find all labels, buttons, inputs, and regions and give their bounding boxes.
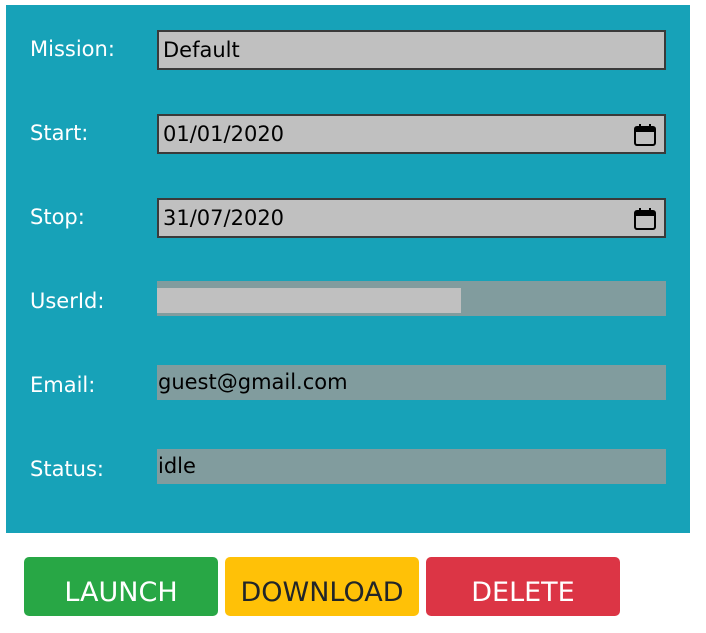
status-value: idle [158,454,196,478]
start-date-input[interactable]: 01/01/2020 [157,114,666,154]
calendar-icon[interactable] [633,207,657,231]
userid-field [157,281,666,316]
mission-value: Default [163,38,240,62]
start-label: Start: [30,121,89,145]
stop-label: Stop: [30,205,85,229]
userid-label: UserId: [30,289,105,313]
download-button[interactable]: DOWNLOAD [225,557,419,616]
email-value: guest@gmail.com [158,370,348,394]
email-field: guest@gmail.com [157,365,666,400]
email-label: Email: [30,373,96,397]
delete-button[interactable]: DELETE [426,557,620,616]
calendar-icon[interactable] [633,123,657,147]
mission-label: Mission: [30,37,115,61]
stop-date-value: 31/07/2020 [163,206,285,230]
redacted-block [157,288,461,313]
settings-panel: Mission: Default Start: 01/01/2020 Stop:… [6,5,690,533]
mission-input[interactable]: Default [157,30,666,70]
launch-button[interactable]: LAUNCH [24,557,218,616]
status-label: Status: [30,457,104,481]
stop-date-input[interactable]: 31/07/2020 [157,198,666,238]
status-field: idle [157,449,666,484]
start-date-value: 01/01/2020 [163,122,285,146]
